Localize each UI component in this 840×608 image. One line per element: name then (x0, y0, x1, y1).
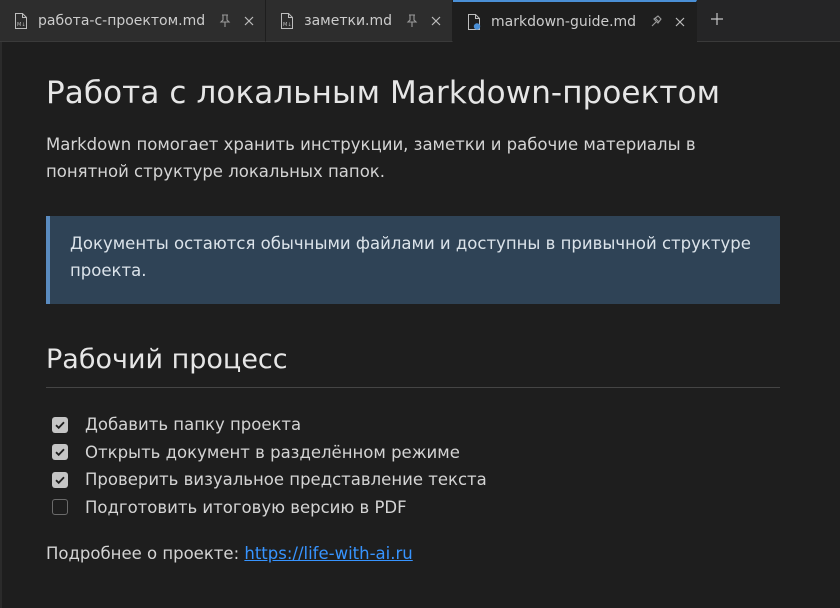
task-item[interactable]: Добавить папку проекта (46, 411, 487, 439)
lead-paragraph: Markdown помогает хранить инструкции, за… (46, 135, 696, 181)
tab-bar-empty (737, 0, 840, 42)
task-label: Проверить визуальное представление текст… (85, 470, 487, 490)
more-info-prefix: Подробнее о проекте: (46, 544, 245, 563)
checkbox-checked[interactable] (52, 471, 68, 488)
markdown-preview: Работа с локальным Markdown-проектом Mar… (0, 42, 840, 608)
page-title: Работа с локальным Markdown-проектом (46, 75, 721, 111)
task-label: Добавить папку проекта (85, 415, 302, 435)
task-item[interactable]: Открыть документ в разделённом режиме (46, 439, 487, 467)
more-info-line: Подробнее о проекте: https://life-with-a… (46, 544, 413, 563)
task-list: Добавить папку проекта Открыть документ … (46, 411, 487, 521)
tab-bar: M↓ работа-с-проектом.md M↓ заметки.md ma… (0, 0, 840, 42)
section-heading: Рабочий процесс (46, 344, 780, 388)
tab-label: работа-с-проектом.md (38, 12, 206, 29)
plus-icon (710, 11, 724, 30)
close-icon[interactable] (243, 15, 255, 27)
checkbox-checked[interactable] (52, 416, 68, 433)
pin-icon[interactable] (406, 13, 418, 28)
markdown-file-icon: M↓ (14, 12, 28, 29)
tab-rabota-s-proektom[interactable]: M↓ работа-с-проектом.md (0, 0, 267, 42)
task-label: Подготовить итоговую версию в PDF (85, 497, 407, 517)
task-label: Открыть документ в разделённом режиме (85, 442, 460, 462)
tab-label: markdown-guide.md (491, 13, 637, 30)
pin-icon[interactable] (219, 13, 231, 28)
checkbox-checked[interactable] (52, 444, 68, 461)
close-icon[interactable] (674, 16, 686, 28)
task-item[interactable]: Проверить визуальное представление текст… (46, 466, 487, 494)
project-link[interactable]: https://life-with-ai.ru (244, 544, 412, 563)
tab-zametki[interactable]: M↓ заметки.md (266, 0, 454, 42)
close-icon[interactable] (430, 15, 442, 27)
tab-markdown-guide[interactable]: markdown-guide.md (453, 0, 698, 42)
tab-label: заметки.md (304, 12, 393, 29)
markdown-file-icon: M↓ (280, 12, 294, 29)
svg-text:M↓: M↓ (283, 22, 292, 28)
pin-icon[interactable] (650, 14, 662, 29)
checkbox-unchecked[interactable] (52, 499, 68, 516)
new-tab-button[interactable] (697, 0, 738, 42)
task-item[interactable]: Подготовить итоговую версию в PDF (46, 494, 487, 522)
blockquote-callout: Документы остаются обычными файлами и до… (46, 216, 780, 304)
svg-text:M↓: M↓ (17, 22, 26, 28)
markdown-file-icon (467, 13, 481, 30)
